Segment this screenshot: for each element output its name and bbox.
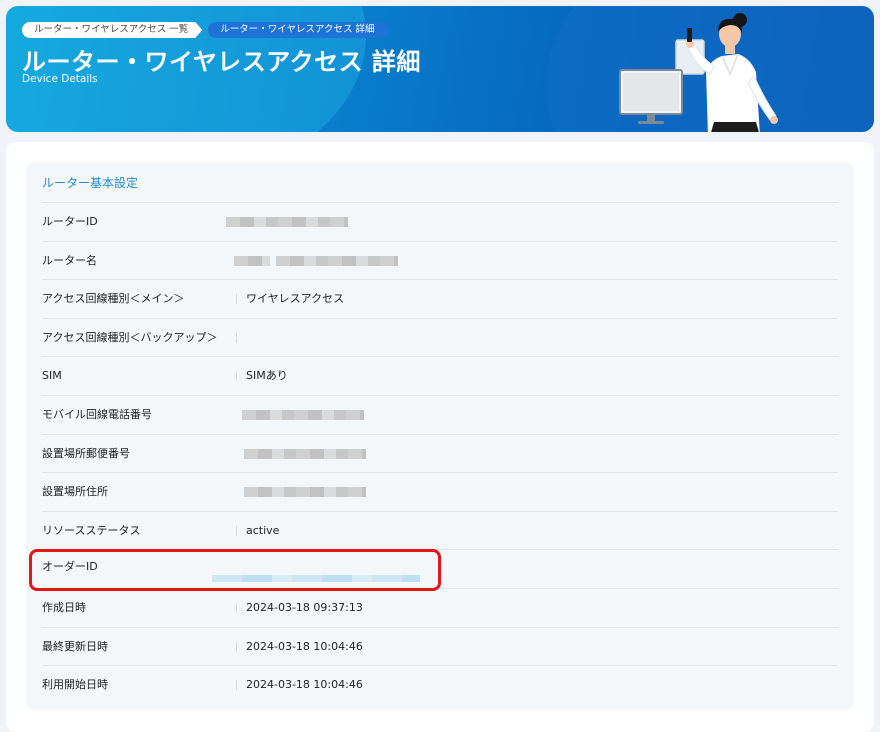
redacted-value <box>244 487 366 498</box>
detail-label: 最終更新日時 <box>42 639 108 653</box>
detail-label: 設置場所住所 <box>42 485 108 499</box>
redacted-value <box>226 217 348 227</box>
value-separator <box>236 602 237 613</box>
detail-row-created-at: 作成日時 2024-03-18 09:37:13 <box>42 587 838 627</box>
detail-label: 利用開始日時 <box>42 678 108 692</box>
detail-row-router-name: ルーター名 <box>42 240 838 280</box>
breadcrumb-item-list[interactable]: ルーター・ワイヤレスアクセス 一覧 <box>22 22 202 38</box>
details-card: ルーター基本設定 ルーターID ルーター名 アクセス回線種別＜メイン＞ ワイヤレ… <box>6 142 874 732</box>
detail-label: リソースステータス <box>42 523 141 537</box>
detail-row-router-id: ルーターID <box>42 202 838 241</box>
detail-value: ワイヤレスアクセス <box>246 292 345 306</box>
detail-row-access-backup: アクセス回線種別＜バックアップ＞ <box>42 317 838 357</box>
detail-row-access-main: アクセス回線種別＜メイン＞ ワイヤレスアクセス <box>42 279 838 318</box>
value-separator <box>236 371 237 382</box>
detail-value: 2024-03-18 09:37:13 <box>246 600 363 614</box>
redacted-value <box>276 255 398 266</box>
router-basic-settings-section: ルーター基本設定 ルーターID ルーター名 アクセス回線種別＜メイン＞ ワイヤレ… <box>26 162 854 710</box>
detail-row-started-at: 利用開始日時 2024-03-18 10:04:46 <box>42 665 838 704</box>
detail-row-postal-code: 設置場所郵便番号 <box>42 433 838 473</box>
detail-row-address: 設置場所住所 <box>42 472 838 511</box>
woman-with-devices-illustration <box>619 13 778 132</box>
detail-label: アクセス回線種別＜バックアップ＞ <box>42 330 218 344</box>
breadcrumb-item-current: ルーター・ワイヤレスアクセス 詳細 <box>208 22 389 38</box>
detail-label: ルーターID <box>42 215 98 228</box>
detail-label: モバイル回線電話番号 <box>42 407 152 421</box>
detail-label: 作成日時 <box>42 600 86 614</box>
breadcrumb: ルーター・ワイヤレスアクセス 一覧 ルーター・ワイヤレスアクセス 詳細 <box>22 22 389 38</box>
detail-row-updated-at: 最終更新日時 2024-03-18 10:04:46 <box>42 626 838 666</box>
detail-label: アクセス回線種別＜メイン＞ <box>42 292 185 306</box>
detail-row-mobile-number: モバイル回線電話番号 <box>42 394 838 434</box>
value-separator <box>236 525 237 536</box>
redacted-value <box>242 409 364 420</box>
detail-row-sim: SIM SIMあり <box>42 356 838 395</box>
detail-value: 2024-03-18 10:04:46 <box>246 639 363 653</box>
detail-value: SIMあり <box>246 369 288 383</box>
detail-label: 設置場所郵便番号 <box>42 446 130 460</box>
value-separator <box>236 641 237 652</box>
section-title: ルーター基本設定 <box>42 176 139 190</box>
page-subtitle: Device Details <box>22 73 98 85</box>
header-banner: ルーター・ワイヤレスアクセス 一覧 ルーター・ワイヤレスアクセス 詳細 ルーター… <box>6 6 874 132</box>
order-id-highlight-box <box>29 549 441 591</box>
redacted-value <box>244 448 366 459</box>
detail-label: SIM <box>42 369 62 383</box>
detail-label: ルーター名 <box>42 253 97 267</box>
page-title: ルーター・ワイヤレスアクセス 詳細 <box>22 48 421 76</box>
value-separator <box>236 332 237 343</box>
detail-row-resource-status: リソースステータス active <box>42 510 838 550</box>
redacted-value <box>234 255 270 266</box>
detail-value: active <box>246 523 280 537</box>
value-separator <box>236 294 237 305</box>
detail-value: 2024-03-18 10:04:46 <box>246 678 363 692</box>
value-separator <box>236 680 237 691</box>
details-list: ルーターID ルーター名 アクセス回線種別＜メイン＞ ワイヤレスアクセス アクセ… <box>26 202 854 704</box>
